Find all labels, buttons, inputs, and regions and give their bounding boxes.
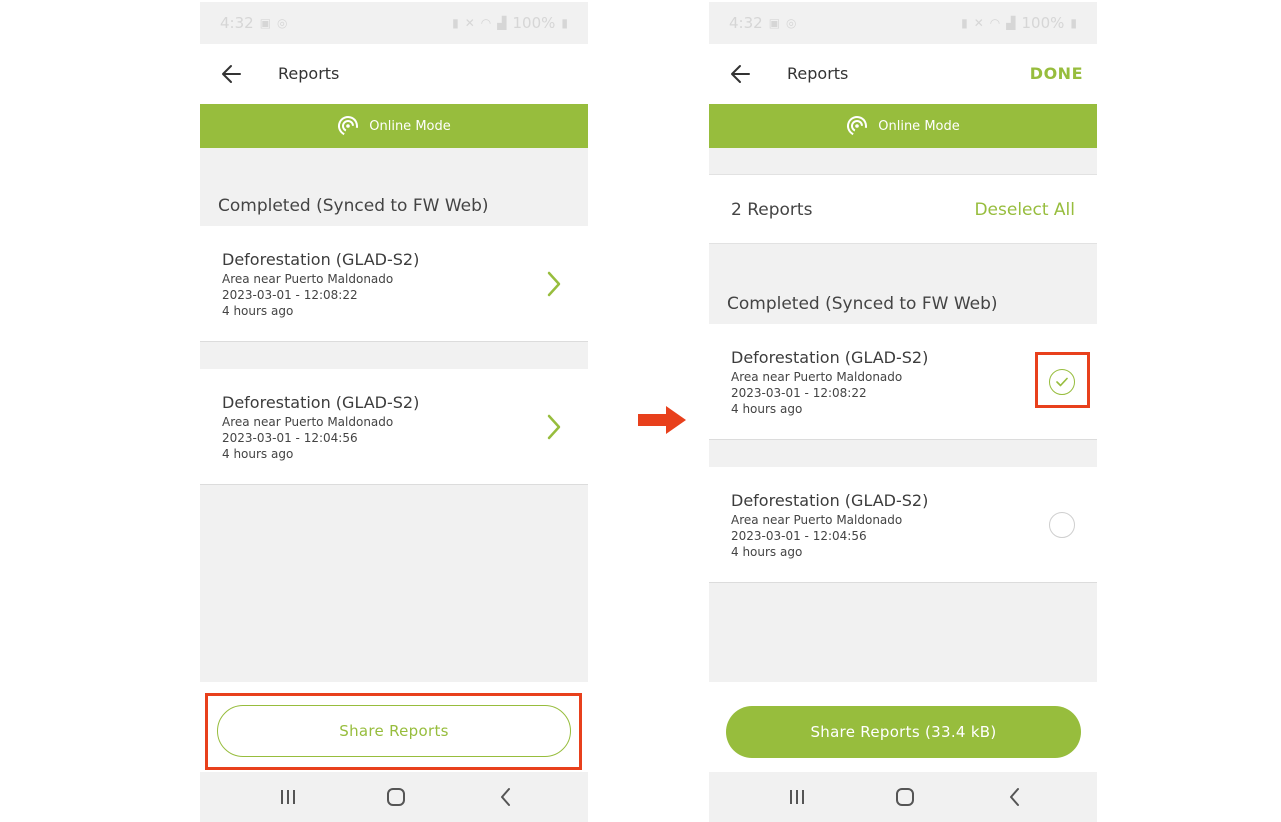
online-mode-banner: Online Mode: [709, 104, 1097, 148]
report-age: 4 hours ago: [731, 402, 803, 416]
battery-level: 100%: [512, 14, 556, 32]
gallery-icon: ▣: [768, 16, 781, 30]
online-mode-label: Online Mode: [878, 118, 960, 134]
arrow-right-icon: [638, 406, 686, 434]
home-icon[interactable]: [384, 785, 408, 809]
report-title: Deforestation (GLAD-S2): [731, 348, 929, 367]
battery-saver-icon: ▮: [961, 16, 968, 30]
report-row[interactable]: Deforestation (GLAD-S2) Area near Puerto…: [709, 467, 1097, 583]
gallery-icon: ▣: [259, 16, 272, 30]
report-area: Area near Puerto Maldonado: [222, 415, 394, 429]
report-row[interactable]: Deforestation (GLAD-S2) Area near Puerto…: [200, 369, 588, 485]
app-header: Reports DONE: [709, 44, 1097, 104]
report-title: Deforestation (GLAD-S2): [222, 393, 420, 412]
report-age: 4 hours ago: [222, 447, 294, 461]
online-mode-banner: Online Mode: [200, 104, 588, 148]
status-bar: 4:32 ▣ ◎ ▮ ✕ ◠ ▟ 100% ▮: [200, 2, 588, 44]
battery-saver-icon: ▮: [452, 16, 459, 30]
signal-icon: ▟: [1006, 16, 1016, 30]
highlight-share-button: [205, 693, 582, 770]
wifi-icon: ◠: [989, 16, 1001, 30]
report-age: 4 hours ago: [731, 545, 803, 559]
chevron-right-icon[interactable]: [544, 413, 564, 441]
nav-back-icon[interactable]: [494, 785, 518, 809]
battery-level: 100%: [1021, 14, 1065, 32]
sync-icon: ◎: [786, 16, 797, 30]
wifi-icon: ◠: [480, 16, 492, 30]
battery-icon: ▮: [561, 16, 568, 30]
page-title: Reports: [787, 64, 849, 83]
section-heading: Completed (Synced to FW Web): [727, 294, 998, 314]
report-title: Deforestation (GLAD-S2): [222, 250, 420, 269]
report-age: 4 hours ago: [222, 304, 294, 318]
section-heading: Completed (Synced to FW Web): [218, 196, 489, 216]
battery-icon: ▮: [1070, 16, 1077, 30]
system-nav-bar: [709, 772, 1097, 822]
signal-broadcast-icon: [338, 116, 359, 136]
report-datetime: 2023-03-01 - 12:04:56: [222, 431, 358, 445]
recent-apps-icon[interactable]: [785, 785, 809, 809]
sync-icon: ◎: [277, 16, 288, 30]
report-datetime: 2023-03-01 - 12:08:22: [222, 288, 358, 302]
report-datetime: 2023-03-01 - 12:08:22: [731, 386, 867, 400]
signal-broadcast-icon: [847, 116, 868, 136]
online-mode-label: Online Mode: [369, 118, 451, 134]
report-area: Area near Puerto Maldonado: [731, 370, 903, 384]
report-area: Area near Puerto Maldonado: [222, 272, 394, 286]
report-title: Deforestation (GLAD-S2): [731, 491, 929, 510]
deselect-all-button[interactable]: Deselect All: [974, 175, 1075, 245]
selection-bar: 2 Reports Deselect All: [709, 174, 1097, 244]
app-header: Reports: [200, 44, 588, 104]
back-arrow-icon[interactable]: [218, 60, 246, 88]
done-button[interactable]: DONE: [1030, 44, 1083, 104]
nav-back-icon[interactable]: [1003, 785, 1027, 809]
report-datetime: 2023-03-01 - 12:04:56: [731, 529, 867, 543]
back-arrow-icon[interactable]: [727, 60, 755, 88]
report-area: Area near Puerto Maldonado: [731, 513, 903, 527]
recent-apps-icon[interactable]: [276, 785, 300, 809]
home-icon[interactable]: [893, 785, 917, 809]
report-count: 2 Reports: [731, 200, 813, 220]
status-time: 4:32: [729, 14, 763, 32]
report-select-checkbox[interactable]: [1049, 512, 1075, 538]
mute-icon: ✕: [464, 16, 475, 30]
page-title: Reports: [278, 64, 340, 83]
chevron-right-icon[interactable]: [544, 270, 564, 298]
right-phone-screen: 4:32 ▣ ◎ ▮ ✕ ◠ ▟ 100% ▮ Reports DONE Onl…: [709, 2, 1097, 822]
signal-icon: ▟: [497, 16, 507, 30]
report-row[interactable]: Deforestation (GLAD-S2) Area near Puerto…: [200, 226, 588, 342]
share-reports-button[interactable]: Share Reports (33.4 kB): [726, 706, 1081, 758]
mute-icon: ✕: [973, 16, 984, 30]
status-time: 4:32: [220, 14, 254, 32]
system-nav-bar: [200, 772, 588, 822]
status-bar: 4:32 ▣ ◎ ▮ ✕ ◠ ▟ 100% ▮: [709, 2, 1097, 44]
highlight-selected-checkbox: [1035, 352, 1090, 408]
